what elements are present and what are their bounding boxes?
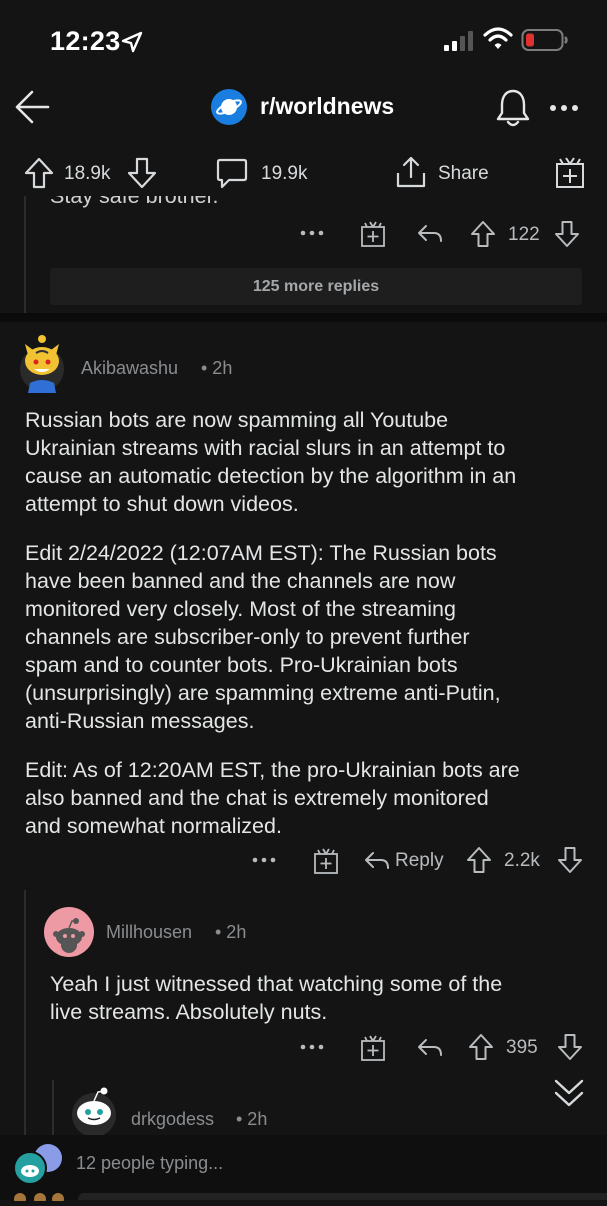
comment-line: and somewhat normalized. <box>25 814 282 838</box>
more-replies-button[interactable]: 125 more replies <box>50 268 582 305</box>
more-options-icon[interactable] <box>549 104 579 112</box>
cut-comment-text: Stay safe brother. <box>50 196 219 208</box>
comment-body: Yeah I just witnessed that watching some… <box>50 970 590 1026</box>
comment-line: spam and to counter bots. Pro-Ukrainian … <box>25 653 458 677</box>
comment-timestamp: • 2h <box>215 922 247 942</box>
comment-line: attempt to shut down videos. <box>25 492 299 516</box>
comment-upvote-icon[interactable] <box>470 220 496 248</box>
bell-icon[interactable] <box>495 88 531 128</box>
thread-line <box>52 1080 54 1135</box>
comment-award-icon[interactable] <box>313 847 339 875</box>
comment-line: Ukrainian streams with racial slurs in a… <box>25 436 506 460</box>
comment-line: cause an automatic detection by the algo… <box>25 464 517 488</box>
comment-input-top[interactable] <box>78 1193 607 1200</box>
avatar[interactable] <box>67 1085 121 1135</box>
comment-edit-2: Edit: As of 12:20AM EST, the pro-Ukraini… <box>25 756 600 840</box>
comment-edit-1: Edit 2/24/2022 (12:07AM EST): The Russia… <box>25 539 595 735</box>
comment-line: Yeah I just witnessed that watching some… <box>50 972 503 996</box>
comment-more-icon[interactable] <box>300 230 324 236</box>
comment-line: also banned and the chat is extremely mo… <box>25 786 489 810</box>
comment-line: anti-Russian messages. <box>25 709 255 733</box>
comment-author[interactable]: Akibawashu <box>81 358 178 379</box>
comment-award-icon[interactable] <box>360 1034 386 1062</box>
reply-arrow-icon[interactable] <box>416 222 444 246</box>
comment-vote-count: 395 <box>506 1037 538 1058</box>
collapse-chevron-icon[interactable] <box>553 1076 585 1110</box>
post-upvote-icon[interactable] <box>24 157 54 189</box>
cellular-signal-icon <box>443 28 477 52</box>
comment-upvote-icon[interactable] <box>466 846 492 874</box>
wifi-icon <box>483 26 513 52</box>
comment-downvote-icon[interactable] <box>557 1033 583 1061</box>
avatar[interactable] <box>44 907 94 957</box>
comment-line: live streams. Absolutely nuts. <box>50 1000 328 1024</box>
comment-line: Russian bots are now spamming all Youtub… <box>25 408 449 432</box>
avatar[interactable] <box>18 335 66 395</box>
comment-author[interactable]: drkgodess <box>131 1109 214 1130</box>
comment-timestamp: • 2h <box>236 1109 268 1129</box>
reply-arrow-icon[interactable] <box>363 849 391 873</box>
cut-previous-comment: Stay safe brother. <box>0 196 607 210</box>
comment-award-icon[interactable] <box>360 220 386 248</box>
thread-line <box>24 196 26 313</box>
reply-button[interactable]: Reply <box>395 850 444 872</box>
typing-indicator: 12 people typing... <box>76 1153 224 1173</box>
status-time: 12:23 <box>50 26 121 56</box>
reply-arrow-icon[interactable] <box>416 1036 444 1060</box>
subreddit-title[interactable]: r/worldnews <box>260 93 394 120</box>
comment-line: Edit 2/24/2022 (12:07AM EST): The Russia… <box>25 541 497 565</box>
battery-low-icon <box>521 28 569 52</box>
comment-timestamp: • 2h <box>201 358 233 378</box>
comment-downvote-icon[interactable] <box>554 220 580 248</box>
post-upvote-count: 18.9k <box>64 163 111 184</box>
reaction-faces <box>14 1188 64 1205</box>
award-gift-icon[interactable] <box>554 156 586 190</box>
share-icon[interactable] <box>395 155 427 189</box>
post-downvote-icon[interactable] <box>127 157 157 189</box>
comment-line: (unsurprisingly) are spamming extreme an… <box>25 681 501 705</box>
comment-line: Edit: As of 12:20AM EST, the pro-Ukraini… <box>25 758 520 782</box>
comment-author[interactable]: Millhousen <box>106 922 192 943</box>
comment-vote-count: 122 <box>508 224 540 245</box>
thread-divider <box>0 313 607 322</box>
comment-body: Russian bots are now spamming all Youtub… <box>25 406 595 518</box>
avatar <box>13 1151 47 1185</box>
thread-line <box>24 890 26 1135</box>
comment-vote-count: 2.2k <box>504 850 540 871</box>
comment-more-icon[interactable] <box>252 857 276 863</box>
comment-downvote-icon[interactable] <box>557 846 583 874</box>
comment-line: have been banned and the channels are no… <box>25 569 456 593</box>
post-comment-count: 19.9k <box>261 163 308 184</box>
subreddit-planet-icon[interactable] <box>210 88 248 126</box>
comment-more-icon[interactable] <box>300 1044 324 1050</box>
comment-bubble-icon[interactable] <box>216 157 248 189</box>
share-label[interactable]: Share <box>438 163 489 185</box>
comment-upvote-icon[interactable] <box>468 1033 494 1061</box>
back-arrow-icon[interactable] <box>12 87 52 127</box>
comment-line: monitored very closely. Most of the stre… <box>25 597 456 621</box>
location-arrow-icon <box>120 30 144 54</box>
comment-line: channels are subscriber-only to prevent … <box>25 625 470 649</box>
